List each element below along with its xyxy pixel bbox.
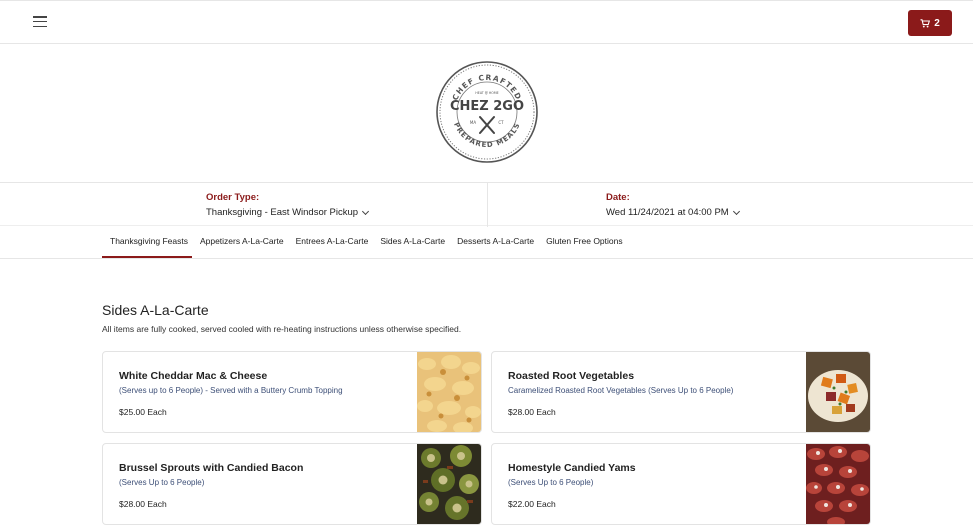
menu-item-card[interactable]: White Cheddar Mac & Cheese (Serves up to…	[102, 351, 482, 433]
item-name: White Cheddar Mac & Cheese	[119, 370, 268, 382]
tab-appetizers[interactable]: Appetizers A-La-Carte	[192, 228, 288, 258]
item-name: Homestyle Candied Yams	[508, 462, 636, 474]
item-name: Roasted Root Vegetables	[508, 370, 635, 382]
brand-logo[interactable]: CHEF CRAFTED PREPARED MEALS HEAT @ HOME …	[435, 60, 539, 164]
section-description: All items are fully cooked, served coole…	[102, 324, 462, 334]
tab-thanksgiving-feasts[interactable]: Thanksgiving Feasts	[102, 228, 192, 258]
chevron-down-icon	[732, 207, 740, 215]
item-price: $22.00 Each	[508, 499, 556, 509]
tab-entrees[interactable]: Entrees A-La-Carte	[288, 228, 373, 258]
date-selector[interactable]: Date: Wed 11/24/2021 at 04:00 PM	[606, 192, 740, 218]
chevron-down-icon	[362, 207, 370, 215]
candied-yams-image	[806, 444, 870, 524]
category-tabs: Thanksgiving Feasts Appetizers A-La-Cart…	[102, 228, 627, 259]
root-vegetables-image	[806, 352, 870, 432]
item-description: Caramelized Roasted Root Vegetables (Ser…	[508, 386, 734, 395]
item-name: Brussel Sprouts with Candied Bacon	[119, 462, 304, 474]
tab-sides[interactable]: Sides A-La-Carte	[372, 228, 449, 258]
tab-desserts[interactable]: Desserts A-La-Carte	[449, 228, 538, 258]
logo-small-text: HEAT @ HOME	[475, 91, 498, 95]
tab-gluten-free[interactable]: Gluten Free Options	[538, 228, 627, 258]
menu-item-card[interactable]: Brussel Sprouts with Candied Bacon (Serv…	[102, 443, 482, 525]
menu-item-card[interactable]: Homestyle Candied Yams (Serves Up to 6 P…	[491, 443, 871, 525]
item-description: (Serves up to 6 People) - Served with a …	[119, 386, 343, 395]
menu-item-card[interactable]: Roasted Root Vegetables Caramelized Roas…	[491, 351, 871, 433]
divider	[487, 183, 488, 227]
shopping-cart-icon	[920, 18, 931, 27]
order-options-bar: Order Type: Thanksgiving - East Windsor …	[0, 182, 973, 227]
cart-button[interactable]: 2	[908, 10, 952, 36]
section-title: Sides A-La-Carte	[102, 302, 209, 318]
cart-count: 2	[934, 17, 940, 29]
hamburger-menu-icon[interactable]	[33, 16, 47, 28]
tabs-divider	[0, 258, 973, 259]
top-bar: 2	[0, 0, 973, 44]
item-price: $28.00 Each	[119, 499, 167, 509]
item-description: (Serves Up to 6 People)	[119, 478, 205, 487]
item-description: (Serves Up to 6 People)	[508, 478, 594, 487]
date-value[interactable]: Wed 11/24/2021 at 04:00 PM	[606, 207, 740, 218]
logo-left-state: MA	[470, 120, 476, 125]
item-price: $28.00 Each	[508, 407, 556, 417]
order-type-label: Order Type:	[206, 192, 260, 203]
order-type-selector[interactable]: Order Type: Thanksgiving - East Windsor …	[206, 192, 370, 218]
brussel-sprouts-image	[417, 444, 481, 524]
logo-brand-text: CHEZ 2GO	[450, 99, 524, 114]
logo-right-state: CT	[498, 120, 504, 125]
item-price: $25.00 Each	[119, 407, 167, 417]
mac-and-cheese-image	[417, 352, 481, 432]
order-type-value[interactable]: Thanksgiving - East Windsor Pickup	[206, 207, 370, 218]
date-label: Date:	[606, 192, 630, 203]
